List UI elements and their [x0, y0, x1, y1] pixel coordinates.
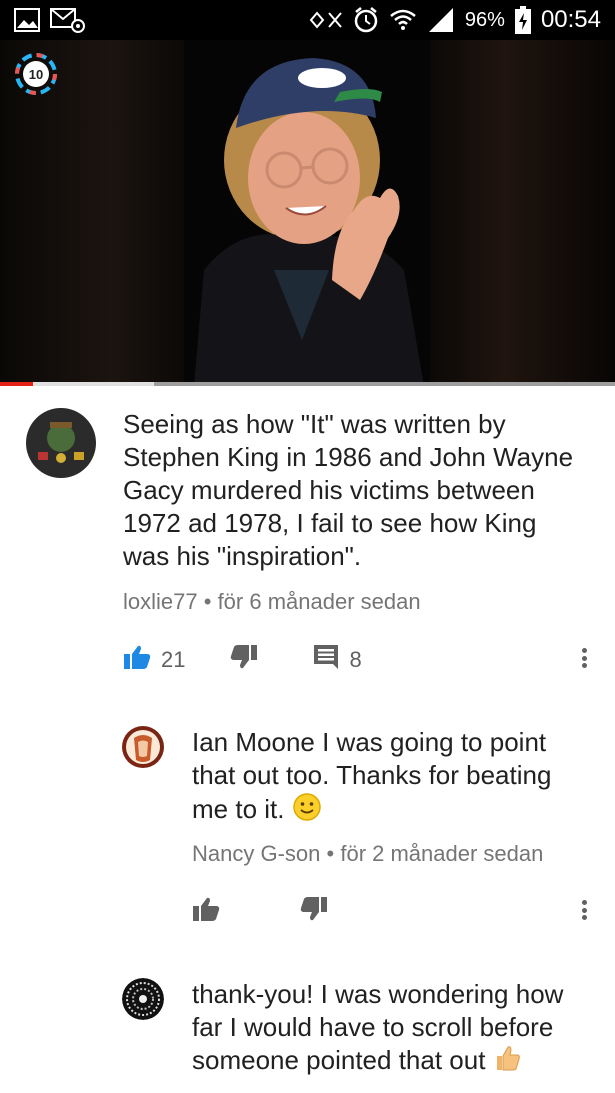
video-progress-bar[interactable]: [0, 382, 615, 386]
status-bar: 96% 00:54: [0, 0, 615, 40]
meta-separator: •: [326, 841, 335, 866]
comment-text: Seeing as how "It" was written by Stephe…: [123, 409, 574, 571]
avatar[interactable]: [122, 726, 164, 768]
email-at-icon: [50, 8, 86, 34]
thumbs-up-emoji-icon: [493, 1044, 521, 1080]
progress-played: [0, 382, 34, 386]
comment-icon: [313, 644, 339, 676]
wifi-icon: [389, 7, 417, 33]
comment-author[interactable]: loxlie77: [123, 589, 198, 614]
reply-button[interactable]: 8: [313, 644, 362, 676]
gallery-icon: [14, 8, 40, 34]
thumbs-down-icon: [300, 896, 328, 928]
channel-logo[interactable]: 10: [14, 52, 58, 96]
comment-meta: loxlie77 • för 6 månader sedan: [123, 589, 421, 615]
alarm-icon: [353, 7, 379, 33]
thumbs-down-icon: [230, 644, 258, 676]
meta-separator: •: [203, 589, 212, 614]
comment-time: för 6 månader sedan: [217, 589, 421, 614]
avatar[interactable]: [122, 978, 164, 1020]
battery-percent: 96%: [464, 8, 505, 31]
comment-author[interactable]: Nancy G-son: [192, 841, 320, 866]
video-frame: [184, 40, 430, 386]
signal-icon: [427, 7, 455, 33]
more-options-button[interactable]: [574, 644, 594, 672]
battery-charging-icon: [514, 6, 531, 34]
channel-badge-text: 10: [29, 67, 43, 82]
like-button[interactable]: [192, 896, 220, 928]
like-button[interactable]: 21: [123, 644, 185, 676]
comment-actions: [192, 896, 328, 928]
thumbs-up-icon: [192, 896, 220, 928]
dislike-button[interactable]: [300, 896, 328, 928]
comment-text: Ian Moone I was going to point that out …: [192, 726, 587, 830]
like-count: 21: [161, 647, 186, 672]
more-vert-icon: [581, 900, 587, 905]
thumbs-up-icon: [123, 644, 151, 676]
nfc-icon: [309, 9, 343, 31]
video-player[interactable]: 10: [0, 40, 615, 386]
comment-meta: Nancy G-son • för 2 månader sedan: [192, 841, 543, 867]
avatar[interactable]: [26, 408, 96, 478]
reply-count: 8: [349, 647, 362, 672]
more-vert-icon: [581, 648, 587, 653]
slightly-smiling-face-icon: [292, 792, 322, 830]
comment-actions: 21 8: [123, 644, 362, 676]
dislike-button[interactable]: [230, 644, 258, 676]
comment-time: för 2 månader sedan: [340, 841, 544, 866]
more-options-button[interactable]: [574, 896, 594, 924]
clock: 00:54: [540, 6, 601, 33]
comment-text: thank-you! I was wondering how far I wou…: [192, 978, 587, 1080]
